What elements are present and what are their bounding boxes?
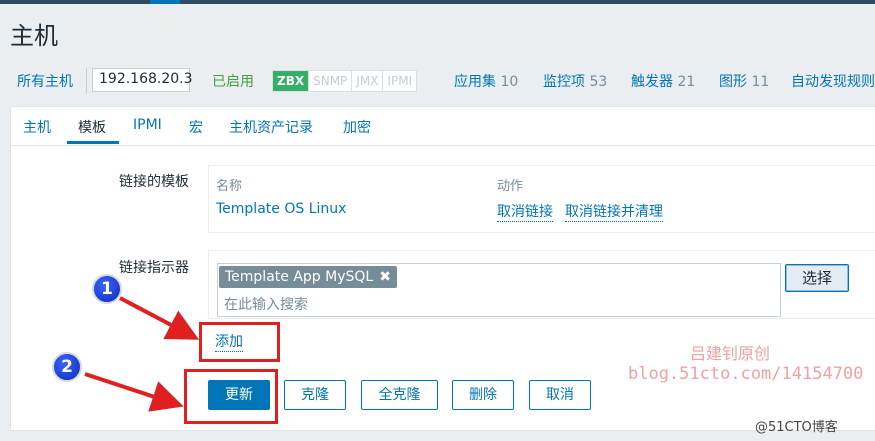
watermark-url: blog.51cto.com/14154700 — [628, 364, 864, 384]
watermark-site: @51CTO博客 — [755, 420, 838, 435]
arrow-1 — [119, 296, 200, 340]
arrow-2 — [84, 372, 184, 412]
step-marker-1: 1 — [92, 274, 122, 304]
watermark-author: 吕建钊原创 — [690, 344, 771, 363]
step-marker-2: 2 — [52, 352, 82, 382]
